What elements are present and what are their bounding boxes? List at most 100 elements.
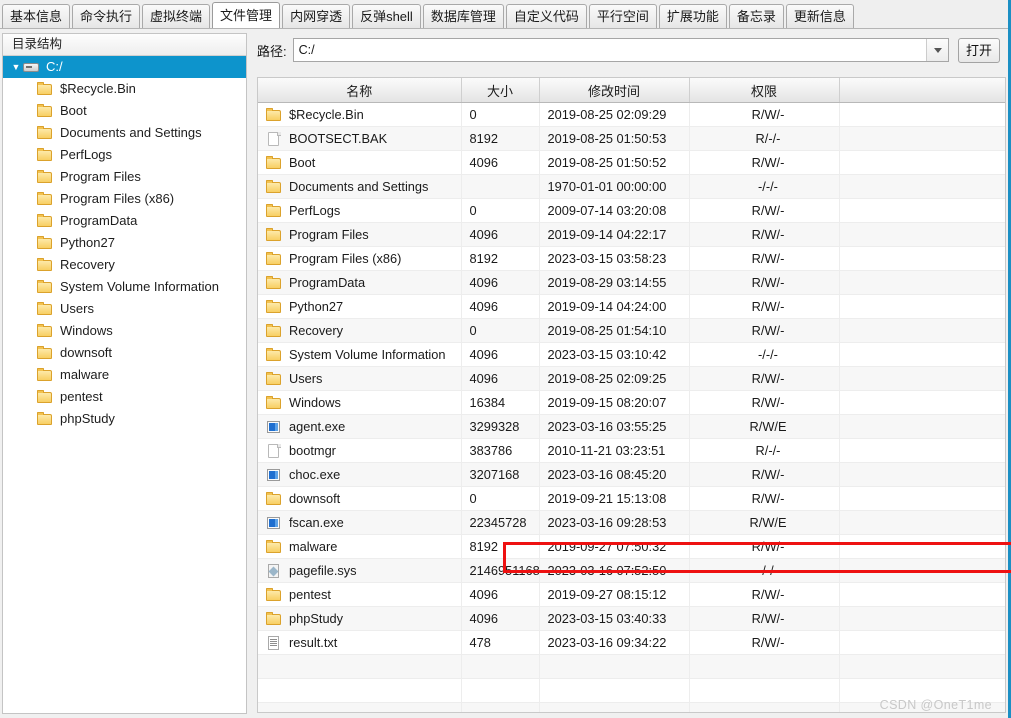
column-header-4[interactable] [839, 78, 1005, 103]
tree-item-7[interactable]: Python27 [3, 232, 246, 254]
tab-0[interactable]: 基本信息 [2, 4, 71, 28]
file-name-cell[interactable] [258, 678, 462, 703]
file-row-21[interactable]: phpStudy 4096 2023-03-15 03:40:33 R/W/- [258, 606, 1005, 631]
tree-item-root[interactable]: ▼ C:/ [3, 56, 246, 78]
file-name-cell[interactable]: phpStudy [258, 606, 462, 631]
file-row-4[interactable]: PerfLogs 0 2009-07-14 03:20:08 R/W/- [258, 198, 1005, 223]
file-name-cell[interactable]: malware [258, 534, 462, 559]
file-name-cell[interactable]: agent.exe [258, 414, 462, 439]
tab-7[interactable]: 自定义代码 [505, 4, 587, 28]
file-list-container[interactable]: 名称 大小 修改时间 权限 $Recycle.Bin 0 2019-08-25 02:09… [257, 77, 1006, 713]
file-row-5[interactable]: Program Files 4096 2019-09-14 04:22:17 R/W/… [258, 222, 1005, 247]
file-permission-cell: R/W/- [689, 270, 840, 295]
file-row-6[interactable]: Program Files (x86) 8192 2023-03-15 03:58:… [258, 246, 1005, 271]
file-row-0[interactable]: $Recycle.Bin 0 2019-08-25 02:09:29 R/W/- [258, 102, 1005, 127]
file-row-12[interactable]: Windows 16384 2019-09-15 08:20:07 R/W/- [258, 390, 1005, 415]
file-name-cell[interactable]: result.txt [258, 630, 462, 655]
tab-6[interactable]: 数据库管理 [422, 4, 504, 28]
column-header-3[interactable]: 权限 [689, 78, 840, 103]
file-row-15[interactable]: choc.exe 3207168 2023-03-16 08:45:20 R/W/- [258, 462, 1005, 487]
file-name-cell[interactable]: Documents and Settings [258, 174, 462, 199]
file-row-16[interactable]: downsoft 0 2019-09-21 15:13:08 R/W/- [258, 486, 1005, 511]
chevron-down-icon[interactable] [926, 39, 948, 61]
file-row-7[interactable]: ProgramData 4096 2019-08-29 03:14:55 R/W/- [258, 270, 1005, 295]
file-spacer-cell [839, 462, 1005, 487]
tab-10[interactable]: 备忘录 [728, 4, 784, 28]
tree-item-label: Program Files (x86) [60, 191, 175, 206]
tree-item-13[interactable]: malware [3, 364, 246, 386]
tab-5[interactable]: 反弹shell [352, 4, 421, 28]
file-name-cell[interactable]: fscan.exe [258, 510, 462, 535]
file-name-cell[interactable]: Windows [258, 390, 462, 415]
file-name-cell[interactable]: choc.exe [258, 462, 462, 487]
file-row-2[interactable]: Boot 4096 2019-08-25 01:50:52 R/W/- [258, 150, 1005, 175]
tree-item-8[interactable]: Recovery [3, 254, 246, 276]
file-name-cell[interactable]: downsoft [258, 486, 462, 511]
file-row-19[interactable]: pagefile.sys 2146951168 2023-03-16 07:52:5… [258, 558, 1005, 583]
column-header-2[interactable]: 修改时间 [539, 78, 690, 103]
file-row-3[interactable]: Documents and Settings 1970-01-01 00:00:0… [258, 174, 1005, 199]
file-spacer-cell [839, 390, 1005, 415]
tab-9[interactable]: 扩展功能 [658, 4, 727, 28]
tree-item-14[interactable]: pentest [3, 386, 246, 408]
file-row-8[interactable]: Python27 4096 2019-09-14 04:24:00 R/W/- [258, 294, 1005, 319]
tree-item-15[interactable]: phpStudy [3, 408, 246, 430]
tab-8[interactable]: 平行空间 [588, 4, 657, 28]
tree-item-label: downsoft [60, 345, 113, 360]
path-input[interactable] [293, 38, 926, 62]
file-row-18[interactable]: malware 8192 2019-09-27 07:50:32 R/W/- [258, 534, 1005, 559]
file-name-cell[interactable]: Recovery [258, 318, 462, 343]
file-name-cell[interactable]: pentest [258, 582, 462, 607]
file-row-13[interactable]: agent.exe 3299328 2023-03-16 03:55:25 R/W/E [258, 414, 1005, 439]
file-name-cell[interactable] [258, 654, 462, 679]
file-name-cell[interactable]: Program Files [258, 222, 462, 247]
file-row-20[interactable]: pentest 4096 2019-09-27 08:15:12 R/W/- [258, 582, 1005, 607]
file-row-10[interactable]: System Volume Information 4096 2023-03-15 … [258, 342, 1005, 367]
file-name-label: fscan.exe [289, 514, 344, 530]
file-name-cell[interactable]: Users [258, 366, 462, 391]
tab-4[interactable]: 内网穿透 [282, 4, 351, 28]
file-mtime-cell: 2023-03-16 03:55:25 [539, 414, 690, 439]
file-name-cell[interactable]: Program Files (x86) [258, 246, 462, 271]
file-row-17[interactable]: fscan.exe 22345728 2023-03-16 09:28:53 R/W/… [258, 510, 1005, 535]
file-name-cell[interactable] [258, 702, 462, 712]
file-permission-cell: R/W/- [689, 366, 840, 391]
file-name-cell[interactable]: BOOTSECT.BAK [258, 126, 462, 151]
tree-item-11[interactable]: Windows [3, 320, 246, 342]
file-row-1[interactable]: BOOTSECT.BAK 8192 2019-08-25 01:50:53 R/-/- [258, 126, 1005, 151]
file-row-14[interactable]: bootmgr 383786 2010-11-21 03:23:51 R/-/- [258, 438, 1005, 463]
file-row-9[interactable]: Recovery 0 2019-08-25 01:54:10 R/W/- [258, 318, 1005, 343]
tab-11[interactable]: 更新信息 [785, 4, 854, 28]
column-header-1[interactable]: 大小 [461, 78, 540, 103]
file-name-cell[interactable]: Python27 [258, 294, 462, 319]
path-combobox[interactable] [292, 38, 949, 62]
file-name-cell[interactable]: $Recycle.Bin [258, 102, 462, 127]
folder-icon [37, 148, 53, 162]
file-row-11[interactable]: Users 4096 2019-08-25 02:09:25 R/W/- [258, 366, 1005, 391]
tab-2[interactable]: 虚拟终端 [142, 4, 211, 28]
tree-item-0[interactable]: $Recycle.Bin [3, 78, 246, 100]
tree-item-10[interactable]: Users [3, 298, 246, 320]
tree-item-1[interactable]: Boot [3, 100, 246, 122]
file-name-cell[interactable]: System Volume Information [258, 342, 462, 367]
tree-item-12[interactable]: downsoft [3, 342, 246, 364]
tab-3[interactable]: 文件管理 [212, 2, 281, 28]
column-header-0[interactable]: 名称 [258, 78, 462, 103]
file-name-cell[interactable]: pagefile.sys [258, 558, 462, 583]
tree-item-4[interactable]: Program Files [3, 166, 246, 188]
file-name-cell[interactable]: Boot [258, 150, 462, 175]
tree-item-3[interactable]: PerfLogs [3, 144, 246, 166]
open-button[interactable]: 打开 [958, 37, 1000, 63]
tree-item-2[interactable]: Documents and Settings [3, 122, 246, 144]
tree-item-5[interactable]: Program Files (x86) [3, 188, 246, 210]
tree-item-6[interactable]: ProgramData [3, 210, 246, 232]
tab-1[interactable]: 命令执行 [72, 4, 141, 28]
file-row-22[interactable]: result.txt 478 2023-03-16 09:34:22 R/W/- [258, 630, 1005, 655]
watermark: CSDN @OneT1me [879, 698, 992, 712]
file-row-23[interactable] [258, 654, 1005, 679]
file-name-cell[interactable]: bootmgr [258, 438, 462, 463]
tree-item-9[interactable]: System Volume Information [3, 276, 246, 298]
file-name-cell[interactable]: ProgramData [258, 270, 462, 295]
file-name-cell[interactable]: PerfLogs [258, 198, 462, 223]
caret-down-icon[interactable]: ▼ [9, 56, 23, 78]
